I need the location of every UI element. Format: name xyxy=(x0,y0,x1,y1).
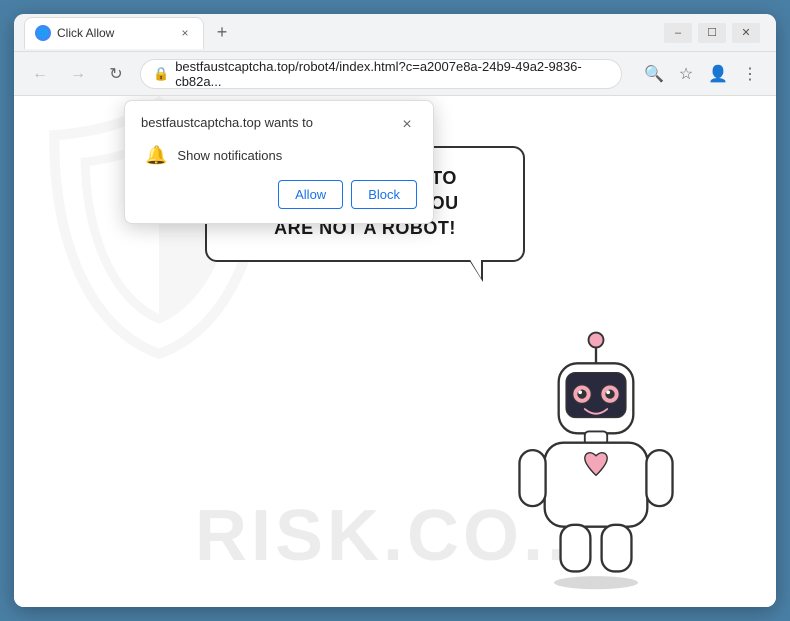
tab-title: Click Allow xyxy=(57,26,171,40)
forward-button[interactable]: → xyxy=(64,60,92,88)
window-controls: – ☐ ✕ xyxy=(664,23,760,43)
tab-close-button[interactable]: × xyxy=(177,25,193,41)
popup-title: bestfaustcaptcha.top wants to xyxy=(141,115,313,130)
popup-header: bestfaustcaptcha.top wants to × xyxy=(141,115,417,135)
robot-svg xyxy=(496,312,696,592)
tab-favicon: 🌐 xyxy=(35,25,51,41)
maximize-button[interactable]: ☐ xyxy=(698,23,726,43)
page-content: bestfaustcaptcha.top wants to × 🔔 Show n… xyxy=(14,96,776,607)
allow-button[interactable]: Allow xyxy=(278,180,343,209)
popup-buttons: Allow Block xyxy=(141,180,417,209)
block-button[interactable]: Block xyxy=(351,180,417,209)
chrome-menu-button[interactable]: ⋮ xyxy=(736,60,764,88)
back-button[interactable]: ← xyxy=(26,60,54,88)
bell-icon: 🔔 xyxy=(145,145,167,166)
robot-illustration xyxy=(496,312,696,597)
address-bar: ← → ↻ 🔒 bestfaustcaptcha.top/robot4/inde… xyxy=(14,52,776,96)
permission-popup: bestfaustcaptcha.top wants to × 🔔 Show n… xyxy=(124,100,434,224)
search-button[interactable]: 🔍 xyxy=(640,60,668,88)
lock-icon: 🔒 xyxy=(153,66,169,82)
url-bar[interactable]: 🔒 bestfaustcaptcha.top/robot4/index.html… xyxy=(140,59,622,89)
close-button[interactable]: ✕ xyxy=(732,23,760,43)
permission-label: Show notifications xyxy=(177,148,282,163)
title-bar: 🌐 Click Allow × + – ☐ ✕ xyxy=(14,14,776,52)
browser-window: 🌐 Click Allow × + – ☐ ✕ ← → ↻ 🔒 bestfaus… xyxy=(14,14,776,607)
reload-button[interactable]: ↻ xyxy=(102,60,130,88)
url-text: bestfaustcaptcha.top/robot4/index.html?c… xyxy=(175,59,609,89)
new-tab-button[interactable]: + xyxy=(208,19,236,47)
popup-permission-row: 🔔 Show notifications xyxy=(141,145,417,166)
tab-bar: 🌐 Click Allow × + xyxy=(24,17,656,49)
url-actions: 🔍 ☆ 👤 ⋮ xyxy=(640,60,764,88)
popup-close-button[interactable]: × xyxy=(397,115,417,135)
active-tab: 🌐 Click Allow × xyxy=(24,17,204,49)
minimize-button[interactable]: – xyxy=(664,23,692,43)
bookmark-button[interactable]: ☆ xyxy=(672,60,700,88)
profile-button[interactable]: 👤 xyxy=(704,60,732,88)
